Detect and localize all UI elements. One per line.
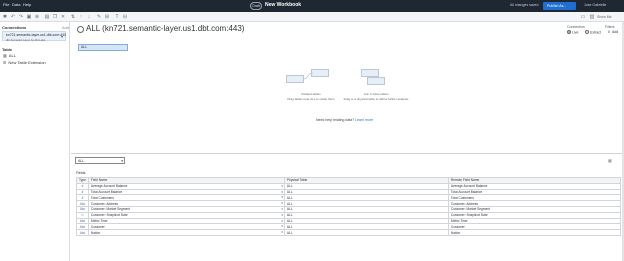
chevron-down-icon[interactable]: ▾	[281, 213, 283, 217]
canvas-table-all[interactable]: ALL	[78, 44, 128, 51]
filters-count: 0	[608, 30, 610, 34]
label-icon[interactable]: T	[114, 14, 120, 20]
fields-label: Fields	[76, 171, 86, 175]
fix-axes-icon[interactable]: ⊟	[122, 14, 128, 20]
field-name: Customer: Address	[90, 201, 119, 206]
workbook-title: New Workbook	[265, 2, 302, 8]
show-me-icon[interactable]: ▥	[589, 14, 595, 20]
illus-left-title: Related tables	[301, 92, 321, 96]
data-source-sidebar: Connections Add kn721.semantic-layer.us1…	[0, 22, 70, 261]
table-icon: ▦	[3, 53, 7, 58]
radio-selected-icon	[567, 30, 571, 34]
menu-file[interactable]: File	[3, 2, 9, 7]
table-heading: Table	[2, 47, 13, 52]
publish-as-button[interactable]: Publish As...	[543, 1, 576, 10]
add-connection-button[interactable]: Add	[62, 25, 69, 30]
learn-more-link[interactable]: Learn more	[355, 118, 373, 122]
swap-icon[interactable]: ⇅	[70, 14, 76, 20]
data-source-icon	[77, 26, 84, 33]
chevron-down-icon: ▾	[121, 159, 123, 163]
chevron-down-icon[interactable]: ▾	[281, 225, 283, 229]
table-select[interactable]: ALL ▾	[75, 157, 125, 164]
show-me-label[interactable]: Show Me	[597, 15, 612, 19]
add-filter-button[interactable]: Add	[612, 30, 618, 34]
tableau-logo-icon: ✱	[2, 14, 8, 20]
live-label: Live	[572, 30, 579, 35]
table-row[interactable]: Abc Nation ▾ ALL Nation	[76, 229, 622, 236]
new-worksheet-icon[interactable]: ▤	[44, 14, 50, 20]
data-source-title[interactable]: ALL (kn721.semantic-layer.us1.dbt.com:44…	[86, 24, 244, 33]
user-menu[interactable]: Jose Gabrielle	[584, 3, 606, 7]
clear-icon[interactable]: ✕	[60, 14, 66, 20]
chevron-down-icon[interactable]: ▾	[281, 202, 283, 206]
connection-item[interactable]: kn721.semantic-layer.us1.dbt.com:443 dbt…	[2, 31, 66, 42]
table-select-value: ALL	[78, 159, 85, 163]
grid-view-icon[interactable]: ▦	[608, 158, 612, 163]
relate-illustration-icon	[302, 72, 314, 80]
help-text: Need help relating data? Learn more	[316, 118, 373, 122]
chevron-down-icon[interactable]: ▾	[61, 34, 63, 39]
sort-descending-icon[interactable]: ↓	[86, 14, 92, 20]
physical-table-cell: ALL	[283, 229, 449, 236]
field-name: Average Account Balance	[90, 184, 128, 189]
redo-icon[interactable]: ↷	[18, 14, 24, 20]
connection-name: kn721.semantic-layer.us1.dbt.com:443	[6, 33, 66, 37]
connection-subtitle: dbt Semantic Layer by dbt Labs	[6, 37, 46, 42]
remote-field-name-cell: Nation	[447, 229, 622, 236]
extract-label: Extract	[590, 30, 601, 35]
app-menubar: File Data Help Draft New Workbook All ch…	[0, 0, 624, 12]
chevron-down-icon[interactable]: ▾	[281, 219, 283, 223]
radio-icon	[585, 30, 589, 34]
sidebar-item-label: New Table Extension	[8, 60, 46, 65]
sidebar-item-all[interactable]: ▦ ALL	[3, 53, 16, 58]
present-icon[interactable]: ▭	[580, 14, 586, 20]
field-type-icon[interactable]: Abc	[76, 229, 89, 236]
chevron-down-icon[interactable]: ▾	[281, 190, 283, 194]
field-name-cell[interactable]: Nation ▾	[87, 229, 285, 236]
save-status: All changes saved	[510, 2, 539, 7]
field-name: Nation	[90, 230, 101, 235]
filters-label: Filters	[605, 25, 615, 29]
field-name: Metric Time	[90, 218, 108, 223]
fields-table: Type Field Name Physical Table Remote Fi…	[76, 177, 622, 236]
chevron-down-icon[interactable]: ▾	[281, 231, 283, 235]
field-name: Customer	[90, 224, 105, 229]
live-radio[interactable]: Live	[567, 30, 578, 35]
illustration-box	[367, 77, 385, 85]
field-name: Customer: Market Segment	[90, 207, 130, 212]
illus-right-title: Join in base tables	[363, 92, 389, 96]
extract-radio[interactable]: Extract	[585, 30, 601, 35]
canvas-table-label: ALL	[81, 45, 88, 49]
field-name: Total Account Balance	[90, 189, 123, 194]
chevron-down-icon[interactable]: ▾	[281, 207, 283, 211]
help-prompt: Need help relating data?	[316, 118, 355, 122]
menu-data[interactable]: Data	[12, 2, 20, 7]
sort-ascending-icon[interactable]: ↑	[78, 14, 84, 20]
toolbar: ✱ ↶ ↷ ▣ ⊕ ▤ ❐ ✕ ⇅ ↑ ↓ ✎ ⊞ T ⊟ ▭ ▥ Show M…	[0, 12, 624, 22]
undo-icon[interactable]: ↶	[10, 14, 16, 20]
illus-right-desc: Drag to a physical table to define furth…	[343, 97, 409, 101]
draft-badge: Draft	[250, 1, 262, 10]
panel-divider[interactable]	[71, 153, 624, 154]
illustration-box	[361, 69, 379, 77]
connections-heading: Connections	[2, 25, 27, 30]
field-name: Total Customers	[90, 195, 114, 200]
new-data-source-icon[interactable]: ⊕	[34, 14, 40, 20]
field-name: Customer: Snapshot Date	[90, 213, 128, 218]
connection-type-label: Connection	[567, 25, 585, 29]
sidebar-item-new-table-extension[interactable]: ⊞ New Table Extension	[3, 60, 46, 65]
duplicate-icon[interactable]: ❐	[52, 14, 58, 20]
illus-left-desc: Drag tables near ALL to relate them	[287, 97, 335, 101]
sidebar-item-label: ALL	[8, 53, 16, 58]
extension-icon: ⊞	[3, 60, 7, 65]
save-icon[interactable]: ▣	[26, 14, 32, 20]
menu-help[interactable]: Help	[23, 2, 31, 7]
highlight-icon[interactable]: ✎	[96, 14, 102, 20]
chevron-down-icon[interactable]: ▾	[281, 184, 283, 188]
chevron-down-icon[interactable]: ▾	[281, 196, 283, 200]
group-icon[interactable]: ⊞	[104, 14, 110, 20]
